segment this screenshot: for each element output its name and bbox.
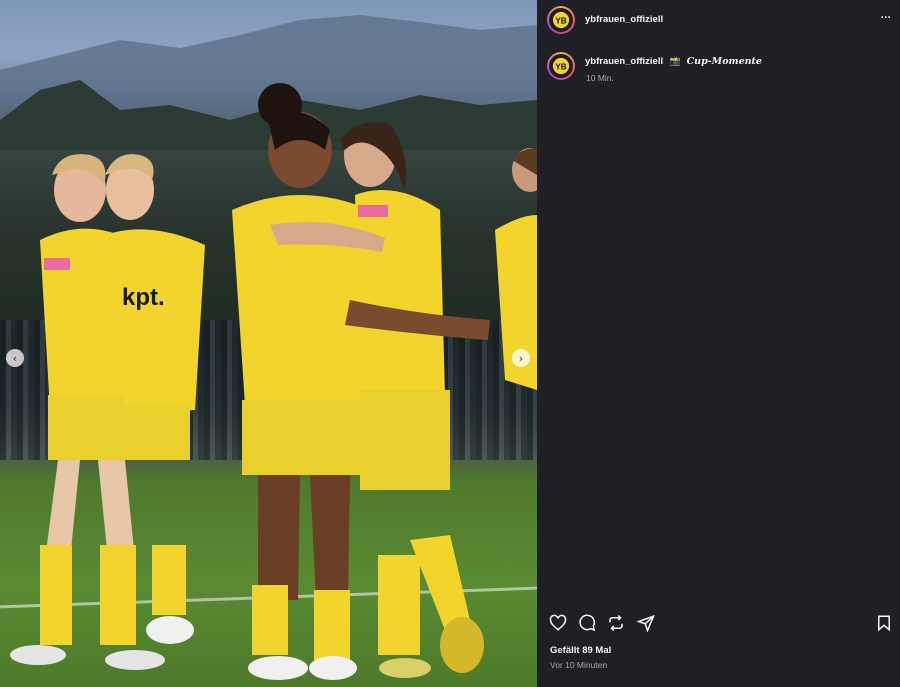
camera-emoji-icon: 📸 xyxy=(669,56,681,66)
yb-logo-icon: YB xyxy=(549,8,573,32)
caption-avatar[interactable]: YB xyxy=(547,52,575,80)
likes-count[interactable]: Gefällt 89 Mal xyxy=(550,645,611,656)
caption-text: Cup-Momente xyxy=(686,56,762,67)
post-timestamp: Vor 10 Minuten xyxy=(550,660,608,670)
post-details-panel: YB ybfrauen_offiziell ··· YB ybfrauen_of… xyxy=(537,0,900,687)
players-illustration: kpt. xyxy=(10,83,537,680)
comment-icon[interactable] xyxy=(576,612,598,634)
post-header: YB ybfrauen_offiziell ··· xyxy=(537,0,900,40)
caption-row: YB ybfrauen_offiziell 📸 Cup-Momente 10 M… xyxy=(537,52,900,92)
svg-text:YB: YB xyxy=(555,63,566,72)
send-icon[interactable] xyxy=(635,612,657,634)
bookmark-icon[interactable] xyxy=(873,612,895,634)
caption-username[interactable]: ybfrauen_offiziell xyxy=(585,56,663,67)
yb-logo-icon: YB xyxy=(549,54,573,78)
caption-line: ybfrauen_offiziell 📸 Cup-Momente xyxy=(585,56,762,67)
post-photo[interactable]: kpt. ‹ › xyxy=(0,0,537,687)
more-options-icon[interactable]: ··· xyxy=(880,10,891,26)
carousel-next-button[interactable]: › xyxy=(512,349,530,367)
header-username[interactable]: ybfrauen_offiziell xyxy=(585,14,663,25)
carousel-prev-button[interactable]: ‹ xyxy=(6,349,24,367)
profile-avatar[interactable]: YB xyxy=(547,6,575,34)
caption-timestamp: 10 Min. xyxy=(586,73,614,83)
action-bar xyxy=(537,612,900,636)
svg-text:kpt.: kpt. xyxy=(122,284,165,311)
svg-text:YB: YB xyxy=(555,17,566,26)
repost-icon[interactable] xyxy=(605,612,627,634)
heart-icon[interactable] xyxy=(547,612,569,634)
